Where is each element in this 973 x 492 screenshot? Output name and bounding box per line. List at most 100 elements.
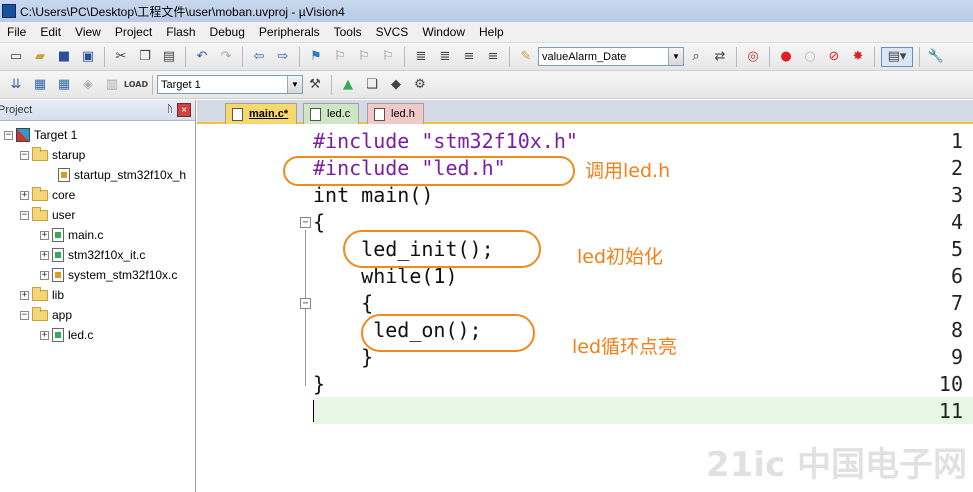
manage-components-icon[interactable]: ▲ (338, 75, 358, 95)
file-extensions-icon[interactable]: ❏ (362, 75, 382, 95)
pin-icon[interactable]: ᚢ (167, 104, 173, 115)
tree-item-lib[interactable]: + lib (20, 285, 64, 305)
tree-item-startup-file[interactable]: startup_stm32f10x_h (58, 165, 186, 185)
find-in-files-icon[interactable]: ✎ (516, 47, 536, 67)
tree-item-label: core (52, 188, 76, 202)
tree-item-app[interactable]: − app (20, 305, 72, 325)
tab-led-h[interactable]: led.h (367, 103, 424, 124)
save-icon[interactable]: ■ (54, 47, 74, 67)
chevron-down-icon[interactable]: ▼ (287, 76, 302, 93)
expand-icon[interactable]: + (40, 230, 49, 240)
expand-icon[interactable]: + (40, 270, 49, 280)
window-layout-icon[interactable]: ▤▾ (881, 46, 913, 67)
undo-icon[interactable]: ↶ (192, 47, 212, 67)
tree-item-system-stm32f10x-c[interactable]: + system_stm32f10x.c (40, 265, 177, 285)
menu-peripherals[interactable]: Peripherals (252, 22, 327, 43)
menu-flash[interactable]: Flash (159, 22, 202, 43)
rebuild-icon[interactable]: ▦ (54, 75, 74, 95)
breakpoint-disable-icon[interactable]: ○ (800, 47, 820, 67)
tree-item-main-c[interactable]: + main.c (40, 225, 103, 245)
tree-item-target-1[interactable]: − Target 1 (4, 125, 77, 145)
menu-svcs[interactable]: SVCS (369, 22, 416, 43)
target-options-icon[interactable]: ⚒ (305, 75, 325, 95)
menu-debug[interactable]: Debug (203, 22, 252, 43)
current-line-highlight (313, 397, 973, 424)
tab-label: led.c (327, 108, 351, 120)
expand-icon[interactable]: + (40, 250, 49, 260)
find-combo[interactable]: valueAlarm_Date ▼ (538, 47, 684, 66)
h-file-icon (374, 107, 385, 121)
tree-item-led-c[interactable]: + led.c (40, 325, 93, 345)
stop-build-icon[interactable]: ▥ (102, 75, 122, 95)
menu-file[interactable]: File (0, 22, 33, 43)
next-bookmark-icon[interactable]: ⚐ (354, 47, 374, 67)
chevron-down-icon[interactable]: ▼ (668, 48, 683, 65)
menu-bar: File Edit View Project Flash Debug Perip… (0, 22, 973, 43)
menu-project[interactable]: Project (108, 22, 159, 43)
fold-collapse-icon[interactable]: − (300, 217, 311, 228)
debug-session-icon[interactable]: ◎ (743, 47, 763, 67)
find-combo-value: valueAlarm_Date (542, 50, 627, 63)
copy-icon[interactable]: ❐ (135, 47, 155, 67)
tree-item-starup[interactable]: − starup (20, 145, 85, 165)
cut-icon[interactable]: ✂ (111, 47, 131, 67)
tree-item-user[interactable]: − user (20, 205, 75, 225)
breakpoint-kill-all-icon[interactable]: ✸ (848, 47, 868, 67)
tree-item-label: system_stm32f10x.c (68, 268, 178, 282)
nav-forward-icon[interactable]: ⇨ (273, 47, 293, 67)
close-icon[interactable]: × (177, 103, 191, 117)
tree-item-stm32f10x-it-c[interactable]: + stm32f10x_it.c (40, 245, 145, 265)
env-icon[interactable]: ◆ (386, 75, 406, 95)
tree-item-label: stm32f10x_it.c (68, 248, 146, 262)
tree-item-core[interactable]: + core (20, 185, 75, 205)
expand-icon[interactable]: + (20, 290, 29, 300)
breakpoint-icon[interactable]: ● (776, 47, 796, 67)
code-line: } (313, 372, 326, 396)
batch-build-icon[interactable]: ◈ (78, 75, 98, 95)
unindent-icon[interactable]: ≣ (435, 47, 455, 67)
toolbar-separator (331, 74, 332, 95)
expand-icon[interactable]: + (20, 190, 29, 200)
prev-bookmark-icon[interactable]: ⚐ (330, 47, 350, 67)
download-icon[interactable]: LOAD (124, 75, 148, 95)
comment-icon[interactable]: ≡ (459, 47, 479, 67)
tab-led-c[interactable]: led.c (303, 103, 360, 124)
menu-view[interactable]: View (68, 22, 108, 43)
toolbar-separator (509, 46, 510, 67)
menu-help[interactable]: Help (472, 22, 511, 43)
open-file-icon[interactable]: ▰ (30, 47, 50, 67)
toolbar-separator (152, 74, 153, 95)
toolbar-separator (299, 46, 300, 67)
build-icon[interactable]: ▦ (30, 75, 50, 95)
indent-icon[interactable]: ≣ (411, 47, 431, 67)
menu-tools[interactable]: Tools (327, 22, 369, 43)
breakpoint-kill-icon[interactable]: ⊘ (824, 47, 844, 67)
collapse-icon[interactable]: − (20, 150, 29, 160)
window-title: C:\Users\PC\Desktop\工程文件\user\moban.uvpr… (20, 4, 345, 19)
collapse-icon[interactable]: − (4, 130, 13, 140)
clear-bookmarks-icon[interactable]: ⚐ (378, 47, 398, 67)
save-all-icon[interactable]: ▣ (78, 47, 98, 67)
collapse-icon[interactable]: − (20, 310, 29, 320)
redo-icon[interactable]: ↷ (216, 47, 236, 67)
bookmark-icon[interactable]: ⚑ (306, 47, 326, 67)
uncomment-icon[interactable]: ≡ (483, 47, 503, 67)
menu-edit[interactable]: Edit (33, 22, 68, 43)
tab-main-c[interactable]: main.c* (225, 103, 298, 124)
toolbar-separator (769, 46, 770, 67)
replace-icon[interactable]: ⇄ (710, 47, 730, 67)
title-bar: C:\Users\PC\Desktop\工程文件\user\moban.uvpr… (0, 0, 973, 22)
target-combo[interactable]: Target 1 ▼ (157, 75, 303, 94)
books-icon[interactable]: ⚙ (410, 75, 430, 95)
translate-icon[interactable]: ⇊ (6, 75, 26, 95)
new-file-icon[interactable]: ▭ (6, 47, 26, 67)
fold-collapse-icon[interactable]: − (300, 298, 311, 309)
c-file-icon (310, 107, 321, 121)
expand-icon[interactable]: + (40, 330, 49, 340)
nav-back-icon[interactable]: ⇦ (249, 47, 269, 67)
settings-wrench-icon[interactable]: 🔧 (926, 47, 946, 67)
collapse-icon[interactable]: − (20, 210, 29, 220)
paste-icon[interactable]: ▤ (159, 47, 179, 67)
menu-window[interactable]: Window (415, 22, 472, 43)
find-icon[interactable]: ⌕ (686, 47, 706, 67)
